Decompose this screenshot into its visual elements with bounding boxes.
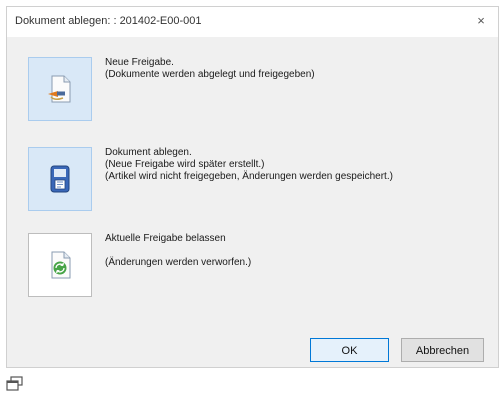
ok-button[interactable]: OK bbox=[310, 338, 389, 362]
save-document-text: Dokument ablegen. (Neue Freigabe wird sp… bbox=[105, 147, 393, 183]
keep-release-text: Aktuelle Freigabe belassen (Änderungen w… bbox=[105, 233, 251, 269]
keep-release-button[interactable] bbox=[28, 233, 92, 297]
option-new-release: Neue Freigabe. (Dokumente werden abgeleg… bbox=[25, 57, 485, 123]
save-document-button[interactable] bbox=[28, 147, 92, 211]
new-release-button[interactable] bbox=[28, 57, 92, 121]
keep-release-icon bbox=[51, 251, 71, 279]
new-release-text: Neue Freigabe. (Dokumente werden abgeleg… bbox=[105, 57, 315, 81]
dialog-window: Dokument ablegen: : 201402-E00-001 × Neu… bbox=[6, 6, 499, 368]
option-line: (Dokumente werden abgelegt und freigegeb… bbox=[105, 69, 315, 80]
option-line: (Änderungen werden verworfen.) bbox=[105, 257, 252, 268]
option-keep-release: Aktuelle Freigabe belassen (Änderungen w… bbox=[25, 233, 485, 299]
option-line: Aktuelle Freigabe belassen bbox=[105, 233, 226, 244]
option-line: Dokument ablegen. bbox=[105, 147, 192, 158]
window-restore-icon bbox=[6, 376, 23, 391]
option-save-document: Dokument ablegen. (Neue Freigabe wird sp… bbox=[25, 147, 485, 213]
title-bar: Dokument ablegen: : 201402-E00-001 × bbox=[7, 7, 498, 37]
option-line: Neue Freigabe. bbox=[105, 57, 174, 68]
option-line: (Artikel wird nicht freigegeben, Änderun… bbox=[105, 171, 393, 182]
option-line bbox=[105, 245, 251, 257]
release-document-icon bbox=[48, 75, 71, 103]
option-line: (Neue Freigabe wird später erstellt.) bbox=[105, 159, 265, 170]
close-button[interactable]: × bbox=[470, 11, 492, 31]
dialog-title: Dokument ablegen: : 201402-E00-001 bbox=[15, 15, 202, 27]
save-document-icon bbox=[50, 165, 70, 193]
cancel-button[interactable]: Abbrechen bbox=[401, 338, 484, 362]
